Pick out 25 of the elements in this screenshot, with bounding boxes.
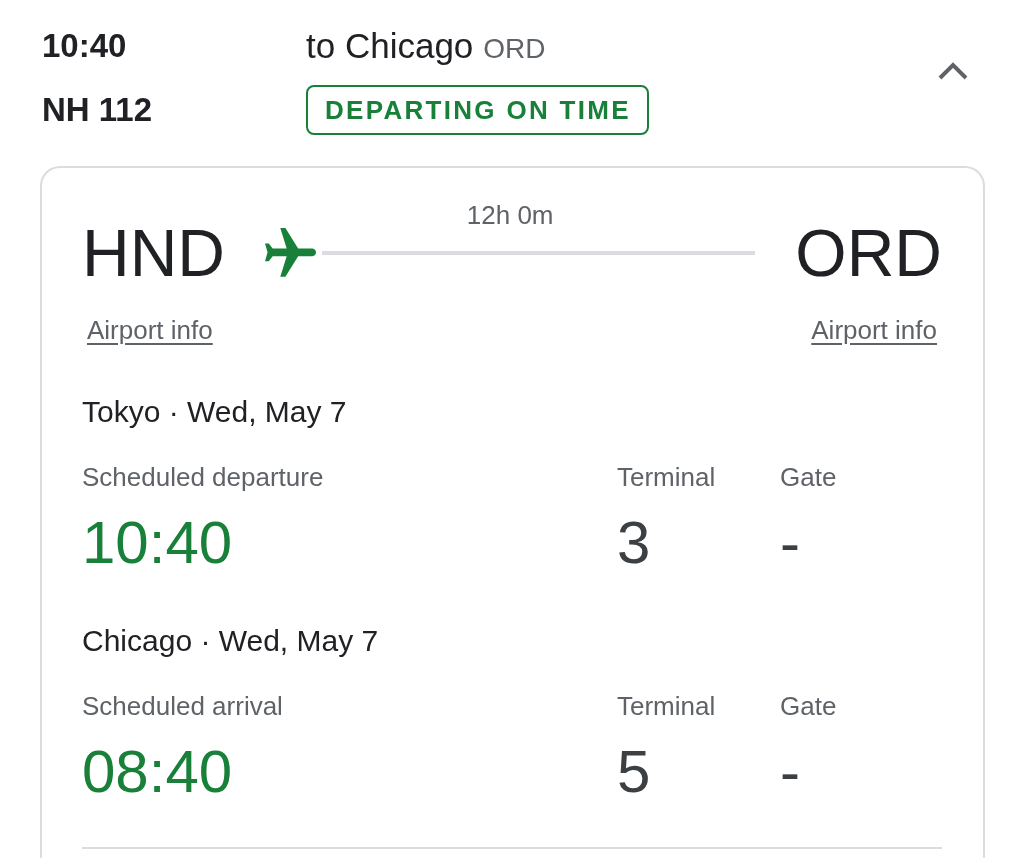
gate-number: - — [780, 742, 801, 802]
city-and-date: Tokyo · Wed, May 7 — [82, 394, 348, 430]
airport-info-link[interactable]: Airport info — [87, 315, 213, 345]
terminal-number: 3 — [617, 513, 652, 573]
chevron-up-icon[interactable] — [938, 62, 968, 80]
destination-code: ORD — [483, 32, 546, 66]
city-and-date: Chicago · Wed, May 7 — [82, 623, 380, 659]
gate-number: - — [780, 513, 801, 573]
terminal-number: 5 — [617, 742, 652, 802]
destination-airport-code: ORD — [795, 220, 942, 286]
terminal-label: Terminal — [617, 462, 717, 492]
gate-label: Gate — [780, 691, 838, 721]
departure-time: 10:40 — [42, 26, 128, 66]
flight-number: NH 112 — [42, 90, 154, 130]
terminal-label: Terminal — [617, 691, 717, 721]
time-label: Scheduled departure — [82, 462, 325, 492]
status-badge: DEPARTING ON TIME — [306, 85, 649, 135]
scheduled-time: 08:40 — [82, 742, 234, 802]
scheduled-time: 10:40 — [82, 513, 234, 573]
flight-duration: 12h 0m — [465, 202, 555, 228]
origin-airport-code: HND — [82, 220, 225, 286]
time-label: Scheduled arrival — [82, 691, 284, 721]
airport-info-link[interactable]: Airport info — [811, 315, 937, 345]
destination-city: to Chicago — [306, 25, 474, 67]
gate-label: Gate — [780, 462, 838, 492]
